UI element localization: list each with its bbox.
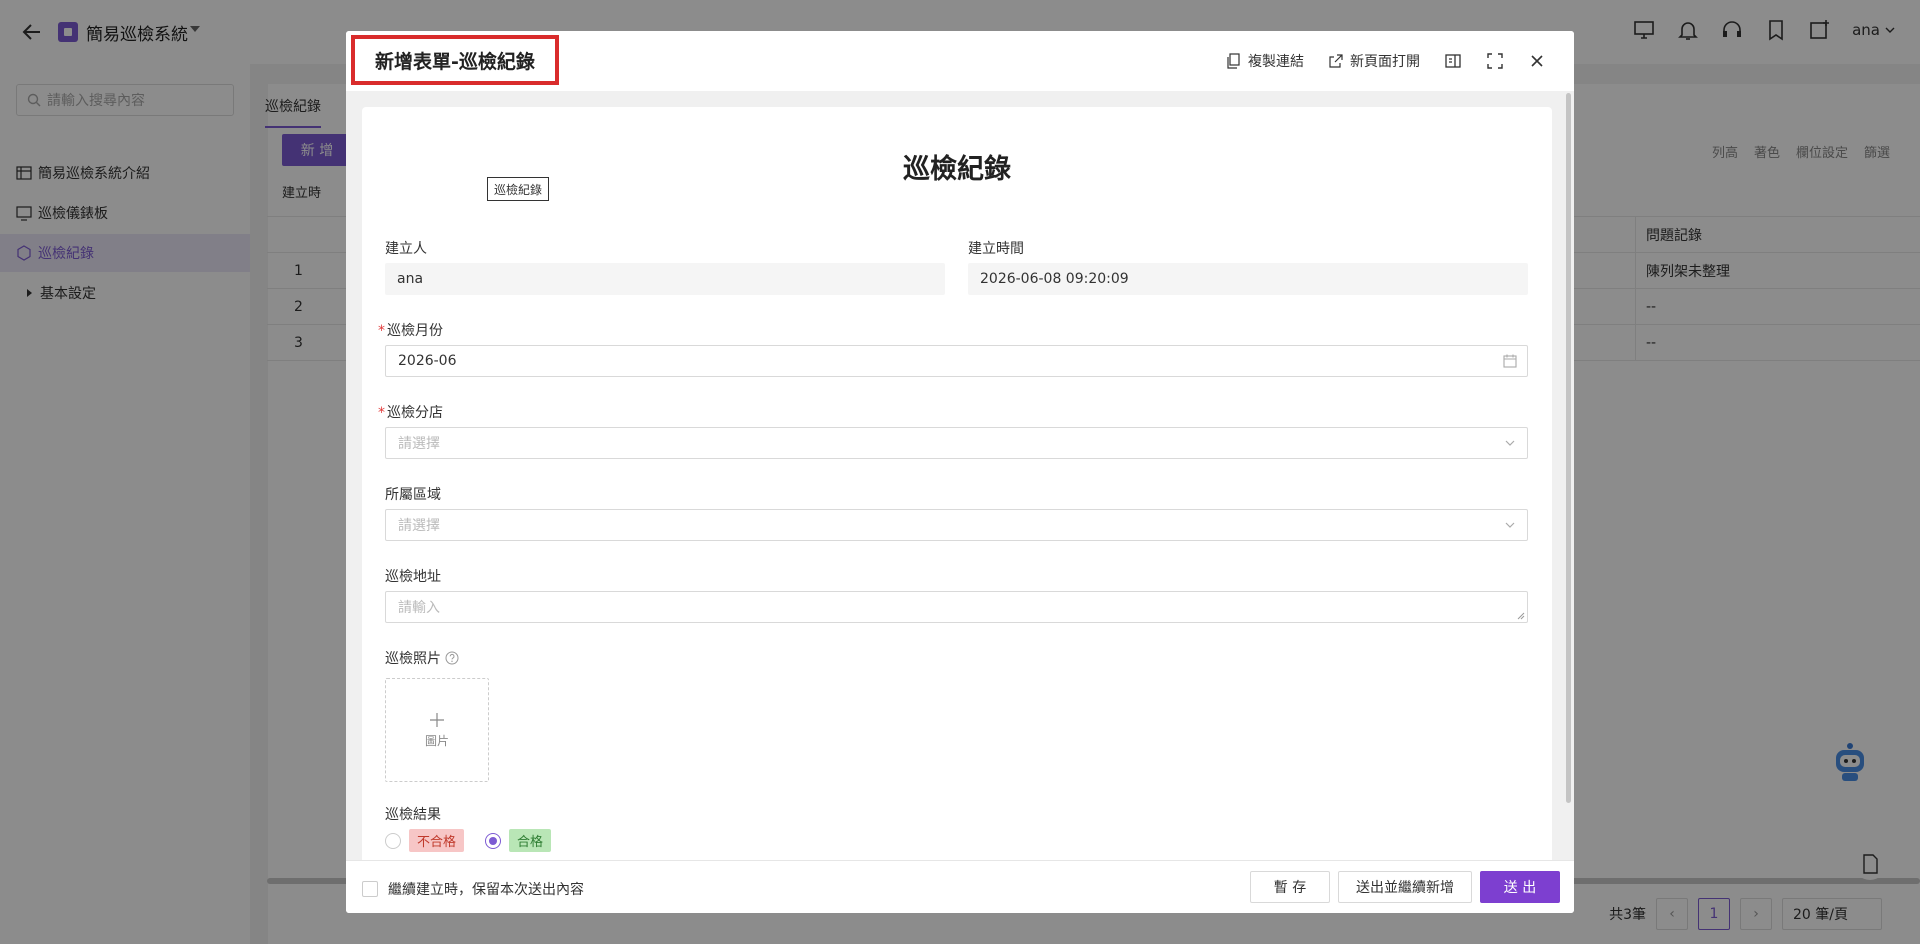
- created-time-label: 建立時間: [968, 241, 1024, 257]
- month-picker[interactable]: 2026-06: [385, 345, 1528, 377]
- keep-content-option[interactable]: 繼續建立時，保留本次送出內容: [362, 879, 584, 899]
- branch-placeholder: 請選擇: [398, 436, 440, 452]
- keep-content-checkbox[interactable]: [362, 881, 378, 897]
- keep-content-label: 繼續建立時，保留本次送出內容: [388, 882, 584, 898]
- modal-header: 新增表單-巡檢紀錄 複製連結 新頁面打開: [346, 31, 1574, 91]
- chevron-down-icon: [1503, 518, 1517, 532]
- side-panel-icon[interactable]: [1444, 52, 1462, 70]
- photo-label: 巡檢照片: [385, 648, 459, 668]
- created-time-value: 2026-06-08 09:20:09: [980, 271, 1129, 287]
- form-body: 巡檢紀錄 巡檢紀錄 建立人 ana 建立時間 2026-06-08 09:20:…: [362, 107, 1552, 894]
- creator-label: 建立人: [385, 241, 427, 257]
- radio-button[interactable]: [385, 832, 401, 849]
- branch-label-text: 巡檢分店: [387, 405, 443, 421]
- area-label: 所屬區域: [385, 487, 441, 503]
- resize-handle-icon[interactable]: [1515, 610, 1525, 620]
- copy-link-button[interactable]: 複製連結: [1226, 51, 1304, 71]
- copy-link-label: 複製連結: [1248, 54, 1304, 70]
- chevron-down-icon: [1503, 436, 1517, 450]
- modal-footer: 繼續建立時，保留本次送出內容 暫 存 送出並繼續新增 送 出: [346, 860, 1574, 913]
- creator-value: ana: [397, 271, 424, 287]
- plus-icon: [430, 712, 444, 727]
- area-placeholder: 請選擇: [398, 518, 440, 534]
- vertical-scrollbar[interactable]: [1566, 93, 1571, 803]
- result-option-pass[interactable]: 合格: [485, 829, 552, 852]
- open-new-page-button[interactable]: 新頁面打開: [1328, 51, 1420, 71]
- external-link-icon: [1328, 53, 1344, 69]
- required-mark: *: [378, 405, 385, 421]
- address-label: 巡檢地址: [385, 569, 441, 585]
- submit-and-new-button[interactable]: 送出並繼續新增: [1338, 871, 1472, 903]
- open-new-page-label: 新頁面打開: [1350, 54, 1420, 70]
- photo-upload[interactable]: 圖片: [385, 678, 489, 782]
- photo-label-text: 巡檢照片: [385, 651, 441, 667]
- address-placeholder: 請輸入: [398, 600, 440, 616]
- result-option-fail[interactable]: 不合格: [385, 829, 465, 852]
- close-icon[interactable]: [1528, 52, 1546, 70]
- fail-tag: 不合格: [409, 829, 465, 852]
- required-mark: *: [378, 323, 385, 339]
- form-tag: 巡檢紀錄: [487, 177, 550, 201]
- pass-tag: 合格: [509, 829, 552, 852]
- fullscreen-icon[interactable]: [1486, 52, 1504, 70]
- area-select[interactable]: 請選擇: [385, 509, 1528, 541]
- creator-field: ana: [385, 263, 945, 295]
- branch-label: * 巡檢分店: [378, 402, 443, 422]
- submit-button[interactable]: 送 出: [1480, 871, 1560, 903]
- help-icon[interactable]: [445, 651, 459, 665]
- modal-title: 新增表單-巡檢紀錄: [351, 35, 559, 85]
- month-label: * 巡檢月份: [378, 320, 443, 340]
- address-textarea[interactable]: 請輸入: [385, 591, 1528, 623]
- branch-select[interactable]: 請選擇: [385, 427, 1528, 459]
- month-label-text: 巡檢月份: [387, 323, 443, 339]
- new-form-modal: 新增表單-巡檢紀錄 複製連結 新頁面打開 巡檢紀錄 巡檢紀錄 建立人 ana 建…: [346, 31, 1574, 913]
- radio-button-selected[interactable]: [485, 832, 501, 849]
- calendar-icon: [1503, 354, 1517, 368]
- created-time-field: 2026-06-08 09:20:09: [968, 263, 1528, 295]
- month-value: 2026-06: [398, 353, 457, 369]
- save-draft-button[interactable]: 暫 存: [1250, 871, 1330, 903]
- result-label: 巡檢結果: [385, 807, 441, 823]
- upload-label: 圖片: [424, 733, 449, 748]
- copy-icon: [1226, 53, 1242, 69]
